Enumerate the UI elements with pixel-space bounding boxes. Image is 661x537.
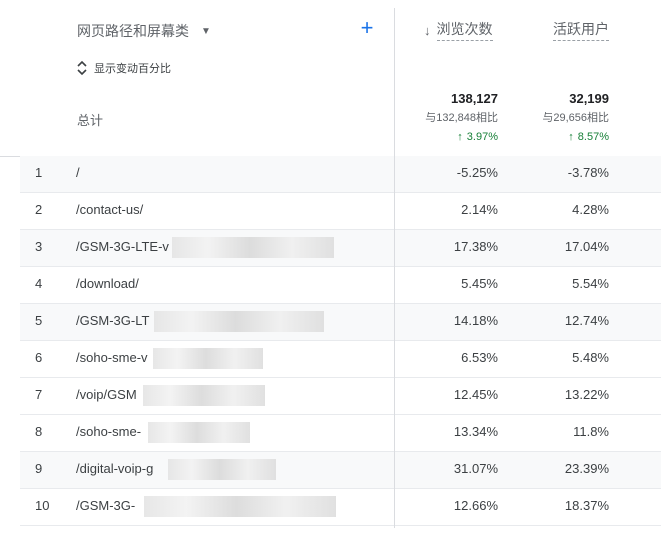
report-table: 网页路径和屏幕类 ▼ + 显示变动百分比 总计 ↓ 浏览次数 活跃用户 138,… xyxy=(0,0,661,537)
row-index: 5 xyxy=(35,313,43,328)
total-active-users: 32,199 与29,656相比 ↑ 8.57% xyxy=(542,90,609,146)
redaction-blur xyxy=(154,311,324,332)
page-path[interactable]: /GSM-3G-LTE-v xyxy=(76,239,169,254)
metric-label: 活跃用户 xyxy=(553,19,609,41)
change-value: 8.57% xyxy=(577,131,609,143)
views-change: 12.66% xyxy=(453,498,498,513)
redaction-blur xyxy=(144,496,336,517)
total-compare: 与29,656相比 xyxy=(542,112,609,124)
total-change: ↑ 3.97% xyxy=(425,128,498,146)
table-row[interactable]: 8 /soho-sme- 13.34% 11.8% xyxy=(20,415,661,452)
total-change: ↑ 8.57% xyxy=(542,128,609,146)
change-value: 3.97% xyxy=(466,131,498,143)
unfold-icon xyxy=(77,60,87,76)
show-change-percent-toggle[interactable]: 显示变动百分比 xyxy=(76,60,171,76)
views-change: 5.45% xyxy=(461,276,498,291)
table-row[interactable]: 5 /GSM-3G-LT 14.18% 12.74% xyxy=(20,304,661,341)
views-change: 12.45% xyxy=(453,387,498,402)
page-path[interactable]: /download/ xyxy=(76,276,139,291)
dimension-column-header[interactable]: 网页路径和屏幕类 ▼ xyxy=(77,21,211,41)
total-views: 138,127 与132,848相比 ↑ 3.97% xyxy=(425,90,498,146)
arrow-down-icon: ↓ xyxy=(424,22,431,38)
arrow-up-icon: ↑ xyxy=(457,131,463,143)
page-path[interactable]: /digital-voip-g xyxy=(76,461,153,476)
views-change: 31.07% xyxy=(453,461,498,476)
table-row[interactable]: 6 /soho-sme-v 6.53% 5.48% xyxy=(20,341,661,378)
table-row[interactable]: 9 /digital-voip-g 31.07% 23.39% xyxy=(20,452,661,489)
views-change: -5.25% xyxy=(456,165,498,180)
table-row[interactable]: 4 /download/ 5.45% 5.54% xyxy=(20,267,661,304)
views-change: 14.18% xyxy=(453,313,498,328)
row-index: 4 xyxy=(35,276,43,291)
page-path[interactable]: / xyxy=(76,165,80,180)
users-change: 13.22% xyxy=(564,387,609,402)
page-path[interactable]: /soho-sme- xyxy=(76,424,141,439)
total-value: 138,127 xyxy=(451,91,498,106)
table-row[interactable]: 1 / -5.25% -3.78% xyxy=(20,156,661,193)
users-change: 5.54% xyxy=(572,276,609,291)
redaction-blur xyxy=(153,348,263,369)
row-index: 9 xyxy=(35,461,43,476)
row-index: 1 xyxy=(35,165,43,180)
total-value: 32,199 xyxy=(569,91,609,106)
row-index: 10 xyxy=(35,498,50,513)
total-label: 总计 xyxy=(77,113,104,128)
page-path[interactable]: /soho-sme-v xyxy=(76,350,148,365)
table-row[interactable]: 3 /GSM-3G-LTE-v 17.38% 17.04% xyxy=(20,230,661,267)
table-row[interactable]: 7 /voip/GSM 12.45% 13.22% xyxy=(20,378,661,415)
total-compare: 与132,848相比 xyxy=(425,112,498,124)
toggle-label: 显示变动百分比 xyxy=(94,63,171,75)
row-index: 7 xyxy=(35,387,43,402)
views-change: 13.34% xyxy=(453,424,498,439)
metric-label: 浏览次数 xyxy=(436,19,493,41)
views-change: 6.53% xyxy=(461,350,498,365)
redaction-blur xyxy=(143,385,265,406)
redaction-blur xyxy=(172,237,334,258)
row-index: 3 xyxy=(35,239,43,254)
metric-header-views[interactable]: ↓ 浏览次数 xyxy=(424,19,493,41)
page-path[interactable]: /GSM-3G- xyxy=(76,498,135,513)
page-path[interactable]: /GSM-3G-LT xyxy=(76,313,149,328)
row-index: 8 xyxy=(35,424,43,439)
dimension-label: 网页路径和屏幕类 xyxy=(77,23,189,39)
users-change: 18.37% xyxy=(564,498,609,513)
plus-icon[interactable]: + xyxy=(356,17,378,39)
redaction-blur xyxy=(148,422,250,443)
row-index: 2 xyxy=(35,202,43,217)
users-change: 17.04% xyxy=(564,239,609,254)
caret-down-icon[interactable]: ▼ xyxy=(201,26,211,37)
views-change: 17.38% xyxy=(453,239,498,254)
users-change: -3.78% xyxy=(567,165,609,180)
table-row[interactable]: 10 /GSM-3G- 12.66% 18.37% xyxy=(20,489,661,526)
redaction-blur xyxy=(168,459,276,480)
metric-header-active-users[interactable]: 活跃用户 xyxy=(553,19,609,41)
users-change: 11.8% xyxy=(573,424,609,439)
users-change: 23.39% xyxy=(564,461,609,476)
users-change: 12.74% xyxy=(564,313,609,328)
users-change: 5.48% xyxy=(572,350,609,365)
views-change: 2.14% xyxy=(461,202,498,217)
column-divider xyxy=(394,8,395,528)
arrow-up-icon: ↑ xyxy=(568,131,574,143)
page-path[interactable]: /voip/GSM xyxy=(76,387,137,402)
page-path[interactable]: /contact-us/ xyxy=(76,202,143,217)
row-index: 6 xyxy=(35,350,43,365)
users-change: 4.28% xyxy=(572,202,609,217)
table-header: 网页路径和屏幕类 ▼ + 显示变动百分比 总计 ↓ 浏览次数 活跃用户 138,… xyxy=(0,0,661,157)
table-row[interactable]: 2 /contact-us/ 2.14% 4.28% xyxy=(20,193,661,230)
